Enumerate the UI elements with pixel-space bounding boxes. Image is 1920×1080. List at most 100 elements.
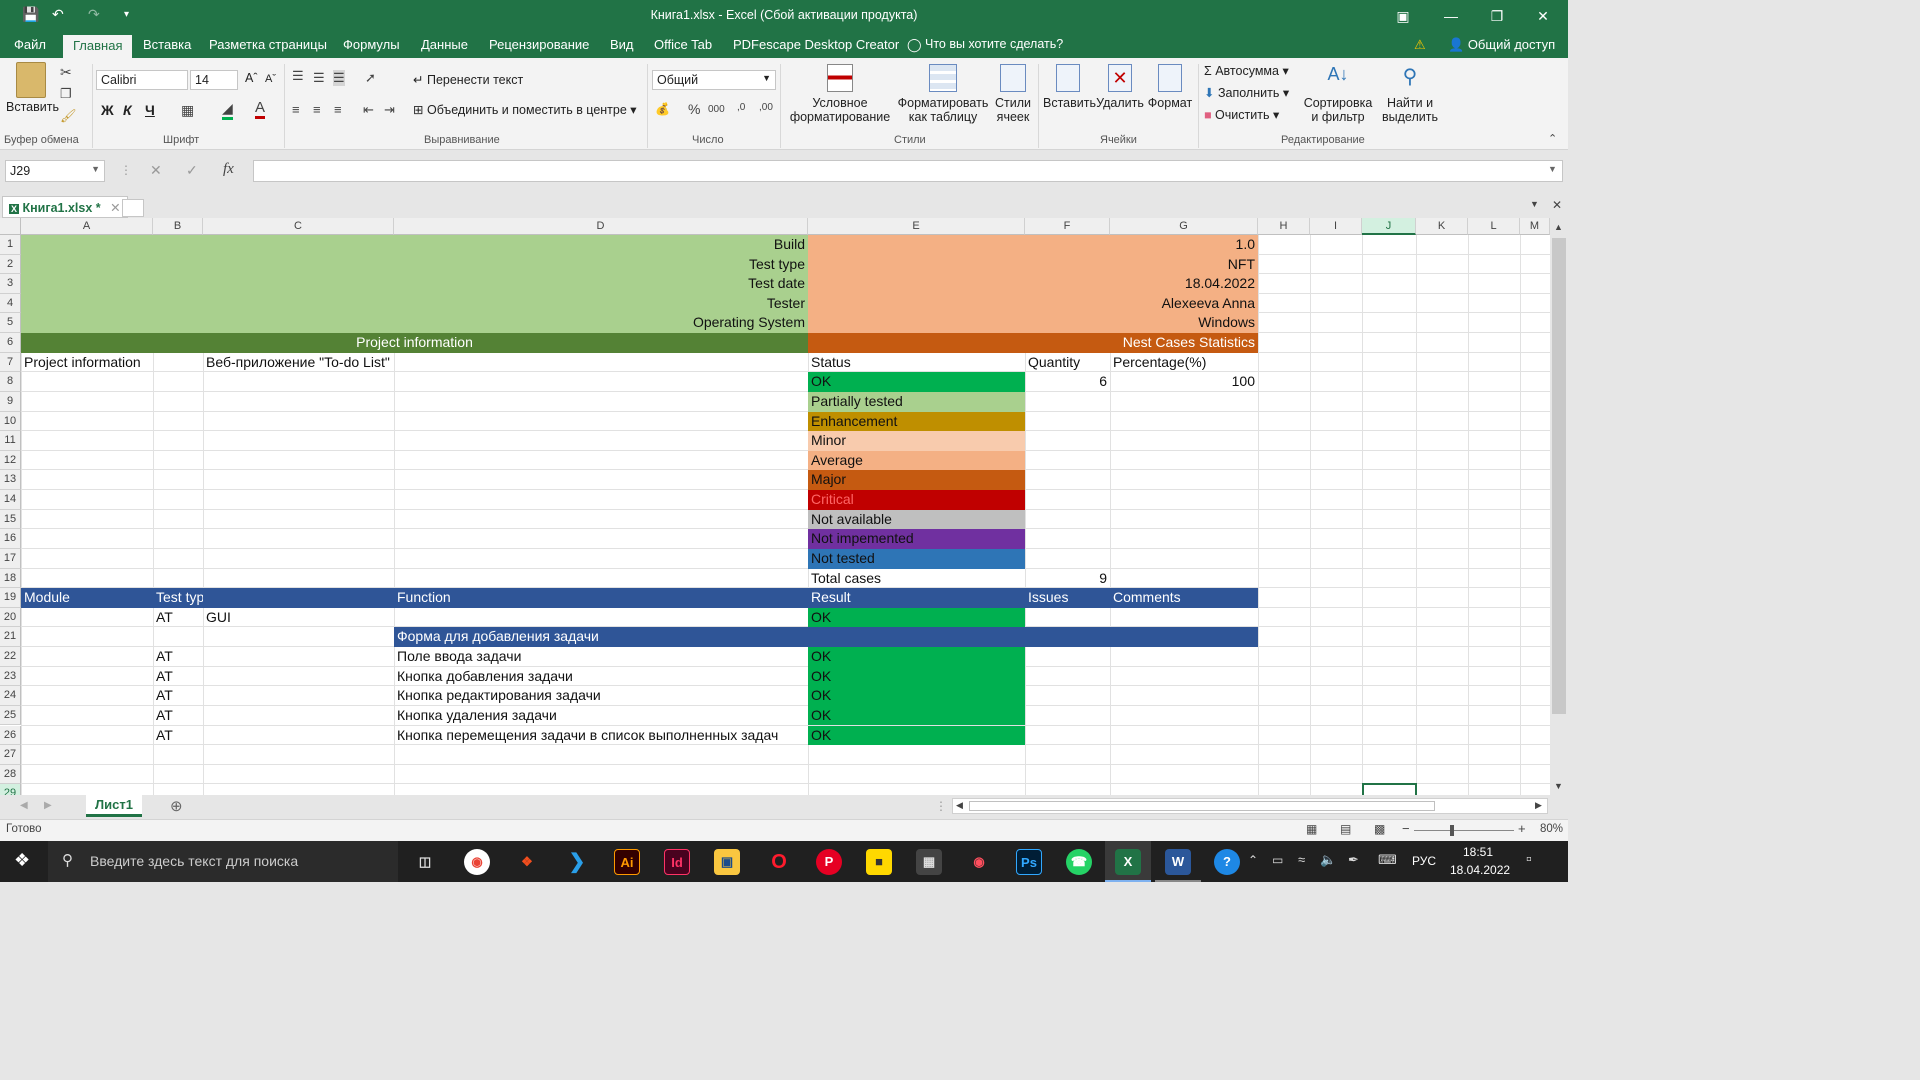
increase-font-icon[interactable]: Aˆ: [245, 71, 258, 85]
expand-formula-icon[interactable]: ▼: [1548, 164, 1557, 174]
word-taskbar-button[interactable]: W: [1155, 841, 1201, 882]
cell-styles-button[interactable]: Стили ячеек: [992, 64, 1034, 124]
tab-review[interactable]: Рецензирование: [489, 37, 589, 52]
tab-insert[interactable]: Вставка: [143, 37, 191, 52]
conditional-formatting-button[interactable]: Условное форматирование: [786, 64, 894, 124]
info-value[interactable]: Windows: [808, 313, 1258, 333]
collapse-ribbon-icon[interactable]: ⌃: [1548, 132, 1557, 145]
share-button[interactable]: 👤 Общий доступ: [1448, 37, 1555, 53]
row-header[interactable]: 26: [0, 725, 21, 746]
info-label[interactable]: Test type: [21, 255, 808, 275]
format-painter-icon[interactable]: 🖌: [60, 108, 77, 124]
add-sheet-icon[interactable]: ⊕: [170, 797, 183, 815]
status-cell[interactable]: Partially tested: [808, 392, 1025, 412]
opera-icon[interactable]: O: [766, 849, 792, 875]
row-header[interactable]: 11: [0, 431, 21, 451]
zoom-out-icon[interactable]: −: [1402, 821, 1410, 836]
tab-home[interactable]: Главная: [63, 35, 133, 58]
show-hidden-icons-icon[interactable]: ⌃: [1248, 853, 1258, 867]
scroll-left-icon[interactable]: ◀: [956, 800, 963, 811]
stats-header-cell[interactable]: Nest Cases Statistics: [808, 333, 1258, 353]
increase-decimal-icon[interactable]: ,0: [737, 102, 745, 113]
status-cell[interactable]: Not available: [808, 510, 1025, 530]
row-header[interactable]: 2: [0, 254, 21, 275]
column-header[interactable]: L: [1468, 218, 1520, 235]
windows-start-icon[interactable]: ❖: [14, 850, 30, 871]
figma-icon[interactable]: ❖: [514, 849, 540, 875]
table-header-cell[interactable]: Function: [394, 588, 808, 608]
test-type-cell[interactable]: AT: [153, 647, 203, 667]
wrap-text-button[interactable]: ↵ Перенести текст: [413, 72, 523, 87]
row-header[interactable]: 25: [0, 705, 21, 726]
row-header[interactable]: 24: [0, 686, 21, 706]
tab-view[interactable]: Вид: [610, 37, 634, 52]
row-header[interactable]: 8: [0, 372, 21, 392]
chrome-icon[interactable]: ◉: [464, 849, 490, 875]
column-header[interactable]: E: [808, 218, 1025, 235]
italic-button[interactable]: К: [123, 102, 132, 118]
info-value[interactable]: Alexeeva Anna: [808, 294, 1258, 314]
confirm-entry-icon[interactable]: ✓: [186, 162, 198, 179]
increase-indent-icon[interactable]: ⇥: [384, 102, 395, 118]
row-header[interactable]: 3: [0, 274, 21, 294]
row-header[interactable]: 19: [0, 588, 21, 608]
test-type-cell[interactable]: AT: [153, 706, 203, 726]
column-header[interactable]: H: [1258, 218, 1310, 235]
row-header[interactable]: 1: [0, 235, 21, 255]
row-header[interactable]: 27: [0, 745, 21, 765]
info-label[interactable]: Build: [21, 235, 808, 255]
status-cell[interactable]: OK: [808, 372, 1025, 392]
zoom-slider-thumb[interactable]: [1450, 825, 1454, 836]
function-cell[interactable]: Поле ввода задачи: [394, 647, 808, 667]
illustrator-icon[interactable]: Ai: [614, 849, 640, 875]
result-cell[interactable]: OK: [808, 726, 1025, 746]
row-header[interactable]: 13: [0, 470, 21, 491]
tab-office-tab[interactable]: Office Tab: [654, 37, 712, 52]
align-right-icon[interactable]: ≡: [334, 102, 342, 117]
row-header[interactable]: 16: [0, 529, 21, 549]
function-cell[interactable]: Кнопка удаления задачи: [394, 706, 808, 726]
row-header[interactable]: 18: [0, 568, 21, 589]
clear-button[interactable]: ■ Очистить ▾: [1204, 107, 1279, 122]
font-name-select[interactable]: Calibri: [96, 70, 188, 90]
clock-time[interactable]: 18:51: [1463, 845, 1493, 859]
row-header[interactable]: 4: [0, 293, 21, 314]
minimize-button[interactable]: —: [1428, 4, 1474, 28]
test-type-cell[interactable]: AT: [153, 686, 203, 706]
pinterest-icon[interactable]: P: [816, 849, 842, 875]
clock-date[interactable]: 18.04.2022: [1450, 863, 1510, 877]
section-title-cell[interactable]: Форма для добавления задачи: [394, 627, 1258, 647]
help-icon[interactable]: ?: [1214, 849, 1240, 875]
vscode-icon[interactable]: ❯: [564, 849, 590, 875]
decrease-font-icon[interactable]: Aˇ: [265, 73, 276, 85]
test-type-cell[interactable]: AT: [153, 667, 203, 687]
total-value-cell[interactable]: 9: [1025, 569, 1110, 589]
tab-list-icon[interactable]: ▼: [1530, 199, 1539, 209]
result-cell[interactable]: OK: [808, 647, 1025, 667]
info-label[interactable]: Tester: [21, 294, 808, 314]
status-header-cell[interactable]: Status: [808, 353, 1025, 373]
formula-input[interactable]: [253, 160, 1563, 182]
copy-icon[interactable]: ❐: [60, 86, 72, 102]
column-header[interactable]: J: [1362, 218, 1416, 235]
row-header[interactable]: 21: [0, 627, 21, 647]
column-header[interactable]: K: [1416, 218, 1468, 235]
select-all-corner[interactable]: [0, 218, 21, 235]
indesign-icon[interactable]: Id: [664, 849, 690, 875]
sheet-tab-active[interactable]: Лист1: [86, 795, 142, 817]
scroll-up-icon[interactable]: ▲: [1554, 222, 1563, 232]
hscroll-thumb[interactable]: [969, 801, 1435, 811]
warning-icon[interactable]: ⚠: [1414, 37, 1426, 53]
worksheet-grid[interactable]: Build 1.0 Test type NFT Test date 18.04.2022 T…: [0, 218, 1550, 795]
align-center-icon[interactable]: ≡: [313, 102, 321, 117]
task-view-icon[interactable]: ◫: [412, 849, 438, 875]
status-cell[interactable]: Not tested: [808, 549, 1025, 569]
result-cell[interactable]: OK: [808, 686, 1025, 706]
font-color-icon[interactable]: A: [255, 99, 266, 119]
fill-color-icon[interactable]: ◢: [222, 100, 233, 120]
orientation-icon[interactable]: ➚: [365, 70, 376, 86]
column-header[interactable]: F: [1025, 218, 1110, 235]
fill-button[interactable]: ⬇ Заполнить ▾: [1204, 85, 1289, 100]
zoom-in-icon[interactable]: +: [1518, 821, 1526, 836]
vertical-scrollbar[interactable]: ▲ ▼: [1550, 218, 1568, 795]
